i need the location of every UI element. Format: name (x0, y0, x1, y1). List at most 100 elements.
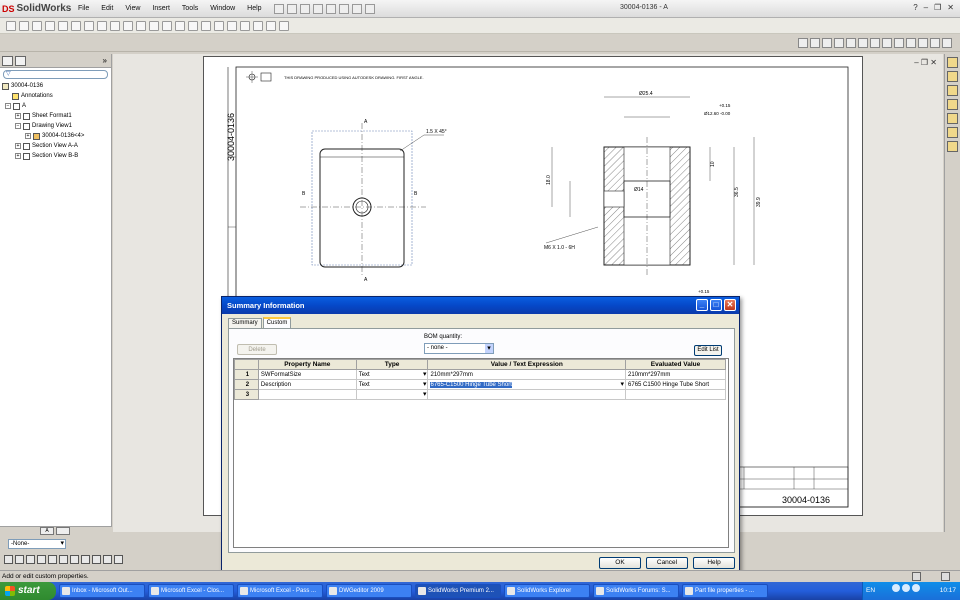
security-icon[interactable] (912, 584, 921, 592)
status-rebuild-icon[interactable] (912, 572, 921, 581)
tree-item-section-b[interactable]: + Section View B-B (0, 151, 111, 161)
hatch-icon[interactable] (918, 38, 928, 48)
value-cell[interactable] (427, 389, 627, 400)
tree-item-sheet-format[interactable]: + Sheet Format1 (0, 111, 111, 121)
search-icon[interactable] (947, 99, 958, 110)
snap-icon[interactable] (70, 555, 79, 564)
help-icon[interactable]: ? (913, 3, 917, 12)
property-name-cell[interactable]: Description (257, 379, 357, 390)
tolerance-icon[interactable] (870, 38, 880, 48)
tab-summary[interactable]: Summary (228, 318, 262, 328)
layer-icon[interactable] (4, 555, 13, 564)
expand-icon[interactable]: + (15, 153, 21, 159)
spline-icon[interactable] (84, 20, 94, 31)
rotate-icon[interactable] (92, 555, 101, 564)
extend-icon[interactable] (175, 20, 185, 31)
type-cell[interactable]: Text (355, 379, 429, 390)
tree-item-annotations[interactable]: Annotations (0, 91, 111, 101)
taskbar-item-outlook[interactable]: Inbox - Microsoft Out... (59, 584, 145, 598)
appearances-icon[interactable] (947, 127, 958, 138)
table-icon[interactable] (894, 38, 904, 48)
custom-properties-icon[interactable] (947, 141, 958, 152)
taskbar-item-dwgeditor[interactable]: DWGeditor 2009 (326, 584, 412, 598)
pan-icon[interactable] (114, 555, 123, 564)
expand-icon[interactable]: − (5, 103, 11, 109)
block-icon[interactable] (253, 20, 263, 31)
note-icon[interactable] (798, 38, 808, 48)
grid-icon[interactable] (81, 555, 90, 564)
design-library-icon[interactable] (947, 71, 958, 82)
print-icon[interactable] (312, 3, 323, 14)
menu-edit[interactable]: Edit (95, 5, 119, 12)
expand-icon[interactable]: − (15, 123, 21, 129)
property-name-cell[interactable]: SWFormatSize (257, 369, 357, 380)
sketch-icon[interactable] (6, 20, 16, 31)
open-icon[interactable] (286, 3, 297, 14)
zoom-icon[interactable] (103, 555, 112, 564)
volume-icon[interactable] (902, 584, 911, 592)
restore-icon[interactable]: ❐ (934, 3, 941, 12)
expand-icon[interactable]: + (15, 143, 21, 149)
value-cell[interactable]: 6765-C1500 Hinge Tube Short (427, 379, 627, 390)
feature-tree-tab-icon[interactable] (2, 55, 13, 66)
hole-callout-icon[interactable] (846, 38, 856, 48)
weld-symbol-icon[interactable] (834, 38, 844, 48)
hide-edge-icon[interactable] (48, 555, 57, 564)
relations-icon[interactable] (240, 20, 250, 31)
tree-item-drawing[interactable]: 30004-0136 (0, 81, 111, 91)
value-cell-selected-text[interactable]: 6765-C1500 Hinge Tube Short (430, 381, 512, 388)
configuration-select[interactable]: -None- (8, 539, 66, 549)
start-button[interactable]: start (0, 582, 56, 600)
new-icon[interactable] (273, 3, 284, 14)
tab-custom[interactable]: Custom (262, 317, 292, 328)
point-icon[interactable] (123, 20, 133, 31)
sheet-tab[interactable] (56, 527, 70, 535)
rebuild-icon[interactable] (351, 3, 362, 14)
offset-icon[interactable] (188, 20, 198, 31)
tree-item-drawing-view1[interactable]: − Drawing View1 (0, 121, 111, 131)
minimize-icon[interactable]: – (924, 3, 928, 12)
grid-icon[interactable] (279, 20, 289, 31)
ok-button[interactable]: OK (599, 557, 641, 569)
taskbar-item-forums[interactable]: SolidWorks Forums: S... (593, 584, 679, 598)
type-cell[interactable]: Text (355, 369, 429, 380)
graphics-window-controls[interactable]: – ❐ ✕ (914, 58, 937, 67)
menu-help[interactable]: Help (241, 5, 267, 12)
line-icon[interactable] (32, 20, 42, 31)
tree-filter-input[interactable]: ▽ (3, 70, 108, 79)
layer-icon[interactable] (266, 20, 276, 31)
datum-icon[interactable] (858, 38, 868, 48)
mirror-icon[interactable] (201, 20, 211, 31)
line-thickness-icon[interactable] (26, 555, 35, 564)
centerline-icon[interactable] (136, 20, 146, 31)
bom-quantity-select[interactable]: - none - (424, 343, 494, 354)
dialog-minimize-icon[interactable]: _ (696, 299, 708, 311)
circle-icon[interactable] (58, 20, 68, 31)
dialog-maximize-icon[interactable]: □ (710, 299, 722, 311)
tree-item-sheet[interactable]: − A (0, 101, 111, 111)
menu-insert[interactable]: Insert (146, 5, 176, 12)
property-manager-tab-icon[interactable] (15, 55, 26, 66)
file-explorer-icon[interactable] (947, 85, 958, 96)
value-cell[interactable]: 210mm*297mm (427, 369, 627, 380)
save-icon[interactable] (299, 3, 310, 14)
taskbar-item-excel-1[interactable]: Microsoft Excel - Clos... (148, 584, 234, 598)
line-style-icon[interactable] (37, 555, 46, 564)
undo-icon[interactable] (325, 3, 336, 14)
surface-finish-icon[interactable] (822, 38, 832, 48)
select-icon[interactable] (338, 3, 349, 14)
taskbar-item-solidworks[interactable]: SolidWorks Premium 2... (415, 584, 501, 598)
fillet-icon[interactable] (110, 20, 120, 31)
collapse-panel-icon[interactable]: » (103, 56, 107, 66)
menu-view[interactable]: View (119, 5, 146, 12)
center-mark-icon[interactable] (882, 38, 892, 48)
smart-dimension-icon[interactable] (19, 20, 29, 31)
revision-icon[interactable] (906, 38, 916, 48)
type-cell[interactable] (355, 389, 429, 400)
status-help-icon[interactable] (941, 572, 950, 581)
block-insert-icon[interactable] (930, 38, 940, 48)
arc-icon[interactable] (71, 20, 81, 31)
taskbar-item-excel-2[interactable]: Microsoft Excel - Pass ... (237, 584, 323, 598)
options-icon[interactable] (364, 3, 375, 14)
close-icon[interactable]: ✕ (947, 3, 954, 12)
